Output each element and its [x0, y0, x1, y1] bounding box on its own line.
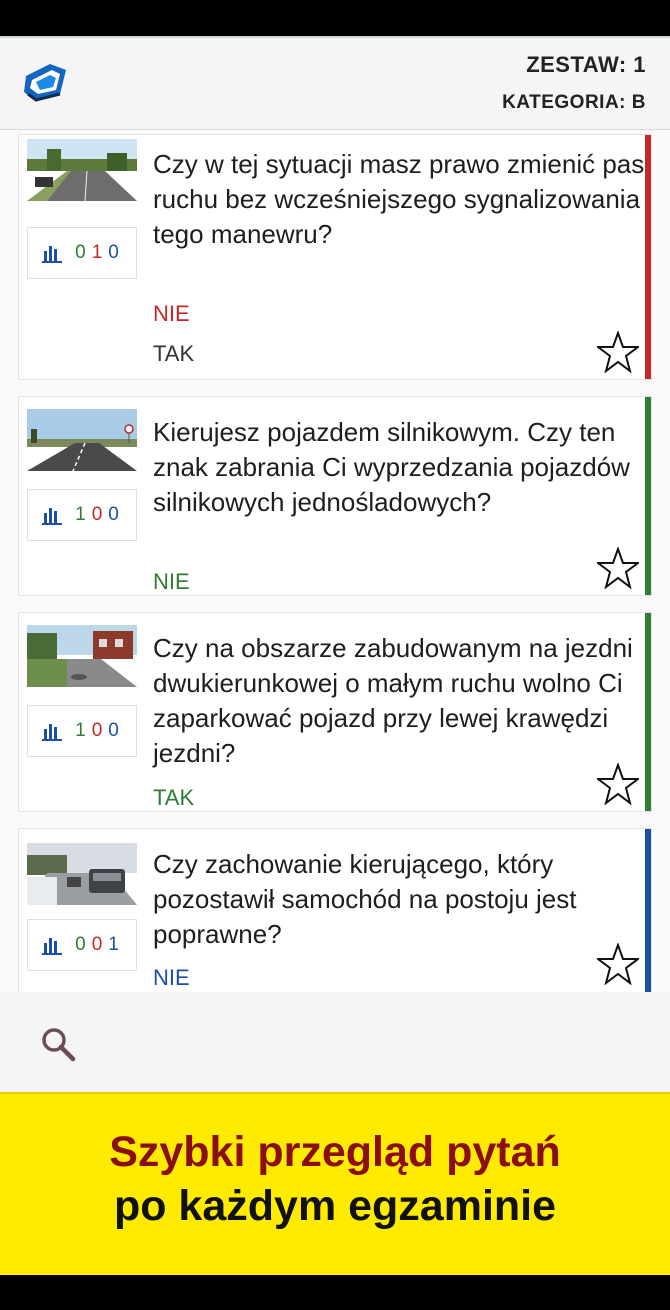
set-number: ZESTAW: 1 [526, 52, 646, 77]
app-bar: ZESTAW: 1 KATEGORIA: B [0, 36, 670, 130]
question-text: Czy na obszarze zabudowanym na jezdni dw… [153, 633, 633, 768]
bar-chart-icon [42, 724, 63, 741]
stat-skipped: 1 [108, 934, 119, 955]
question-card[interactable]: 1 0 0 Czy na obszarze zabudowanym na jez… [18, 612, 652, 812]
bar-chart-icon [42, 938, 63, 955]
bar-chart-icon [42, 508, 63, 525]
answer-stats: 0 1 0 [27, 227, 137, 279]
question-thumbnail [27, 409, 137, 471]
bar-chart-icon [42, 246, 63, 263]
star-outline-icon[interactable] [597, 943, 639, 985]
question-thumbnail [27, 843, 137, 905]
category-label: KATEGORIA: B [502, 92, 646, 113]
stat-skipped: 0 [108, 242, 119, 263]
stat-wrong: 0 [91, 720, 103, 741]
question-text: Czy zachowanie kierującego, który pozost… [153, 849, 577, 949]
question-text: Kierujesz pojazdem silnikowym. Czy ten z… [153, 417, 630, 517]
question-text: Czy w tej sytuacji masz prawo zmienić pa… [153, 149, 645, 249]
star-outline-icon[interactable] [597, 547, 639, 589]
stat-wrong: 1 [91, 242, 103, 263]
stat-correct: 0 [75, 242, 86, 263]
user-answer: NIE [153, 301, 190, 326]
stat-wrong: 0 [91, 504, 103, 525]
bottom-bar [0, 992, 670, 1092]
promo-line-1: Szybki przegląd pytań [109, 1128, 561, 1176]
answer-stats: 1 0 0 [27, 705, 137, 757]
user-answer: TAK [153, 785, 195, 810]
stat-skipped: 0 [108, 504, 119, 525]
answer-stats: 0 0 1 [27, 919, 137, 971]
question-card[interactable]: 1 0 0 Kierujesz pojazdem silnikowym. Czy… [18, 396, 652, 596]
navigation-bar [0, 1275, 670, 1310]
search-icon[interactable] [40, 1026, 76, 1062]
question-thumbnail [27, 139, 137, 201]
stat-skipped: 0 [108, 720, 119, 741]
user-answer: NIE [153, 965, 190, 990]
star-outline-icon[interactable] [597, 331, 639, 373]
promo-line-2: po każdym egzaminie [113, 1182, 557, 1230]
question-card[interactable]: 0 1 0 Czy w tej sytuacji masz prawo zmie… [18, 134, 652, 380]
app-logo-icon[interactable] [20, 60, 70, 104]
stat-correct: 1 [75, 504, 86, 525]
stat-correct: 1 [75, 720, 86, 741]
status-bar [0, 0, 670, 36]
promo-banner: Szybki przegląd pytań po każdym egzamini… [0, 1092, 670, 1275]
correct-answer: TAK [153, 341, 195, 366]
question-list[interactable]: 0 1 0 Czy w tej sytuacji masz prawo zmie… [0, 130, 670, 992]
user-answer: NIE [153, 569, 190, 594]
star-outline-icon[interactable] [597, 763, 639, 805]
question-card[interactable]: 0 0 1 Czy zachowanie kierującego, który … [18, 828, 652, 992]
stat-correct: 0 [75, 934, 86, 955]
question-thumbnail [27, 625, 137, 687]
answer-stats: 1 0 0 [27, 489, 137, 541]
stat-wrong: 0 [91, 934, 103, 955]
